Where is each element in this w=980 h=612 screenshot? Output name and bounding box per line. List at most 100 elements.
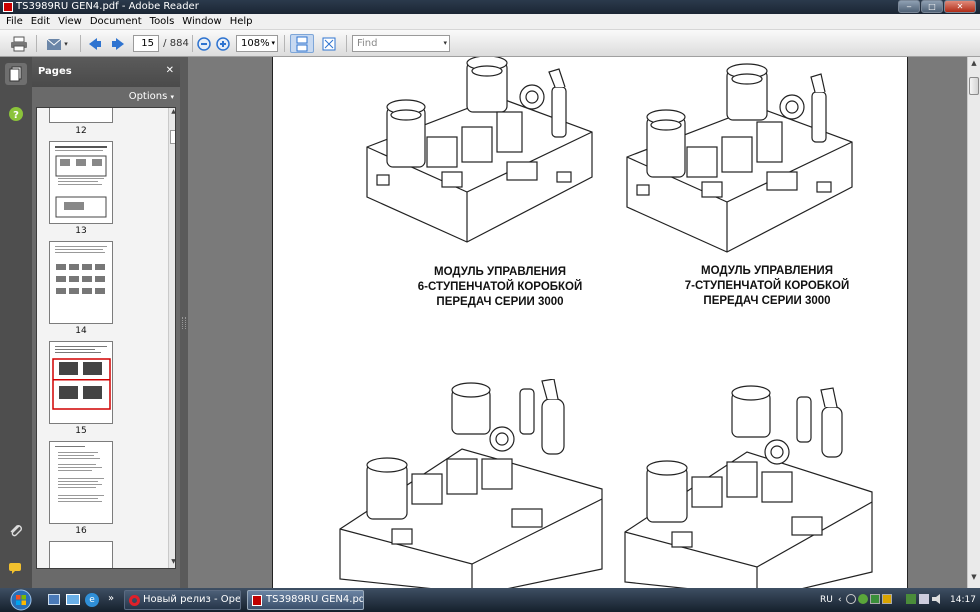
quick-launch-overflow-icon[interactable]: » xyxy=(108,593,114,604)
page-label-12: 12 xyxy=(75,126,87,136)
options-menu[interactable]: Options ▾ xyxy=(129,91,174,102)
tray-app-icon[interactable] xyxy=(870,594,880,604)
menu-window[interactable]: Window xyxy=(180,16,227,27)
arrow-up-icon xyxy=(89,37,101,50)
envelope-icon xyxy=(46,38,62,50)
page-preview-15 xyxy=(52,346,111,410)
page-label-13: 13 xyxy=(75,226,87,236)
language-indicator[interactable]: RU xyxy=(820,594,833,606)
tray-expand-icon[interactable]: ‹ xyxy=(838,594,842,606)
thumbnail-list[interactable]: 12 13 14 15 16 ▲ ▼ xyxy=(36,107,176,569)
page-thumbnail-17[interactable] xyxy=(49,541,113,568)
volume-icon[interactable] xyxy=(932,594,940,604)
window-controls: ‒ □ ✕ xyxy=(898,0,976,13)
clock-icon[interactable] xyxy=(846,594,856,604)
minimize-button[interactable]: ‒ xyxy=(898,0,920,13)
page-thumbnail-15[interactable] xyxy=(49,341,113,424)
attachments-button[interactable]: ▾ xyxy=(42,34,72,53)
pdf-icon xyxy=(252,595,262,606)
switch-windows-icon[interactable] xyxy=(66,594,80,605)
scroll-down-icon[interactable]: ▼ xyxy=(169,558,175,568)
scrolling-mode-button[interactable] xyxy=(290,34,314,53)
panel-splitter[interactable] xyxy=(180,57,188,588)
previous-page-button[interactable] xyxy=(86,34,104,53)
grip-icon xyxy=(182,317,186,329)
caption-line: 6-СТУПЕНЧАТОЙ КОРОБКОЙ xyxy=(417,281,583,293)
options-label: Options xyxy=(128,91,168,102)
document-scroll-thumb[interactable] xyxy=(969,77,979,95)
zoom-out-icon xyxy=(197,36,211,51)
chevron-down-icon: ▾ xyxy=(271,39,275,47)
pages-panel: Pages ✕ Options ▾ 12 13 14 15 16 ▲ ▼ xyxy=(32,57,180,588)
control-module-figure-bottom-left xyxy=(339,379,603,588)
fit-page-button[interactable] xyxy=(318,34,340,53)
show-desktop-icon[interactable] xyxy=(48,594,60,605)
comments-panel-button[interactable] xyxy=(5,557,27,579)
window-title: TS3989RU GEN4.pdf - Adobe Reader xyxy=(16,1,199,12)
next-page-button[interactable] xyxy=(109,34,127,53)
caption-line: ПЕРЕДАЧ СЕРИИ 3000 xyxy=(703,295,831,307)
security-icon[interactable] xyxy=(882,594,892,604)
paperclip-icon xyxy=(10,525,22,537)
taskbar-item-adobe-reader[interactable]: TS3989RU GEN4.pdf... xyxy=(247,590,364,610)
network-icon[interactable] xyxy=(858,594,868,604)
display-icon[interactable] xyxy=(919,594,929,604)
document-scrollbar[interactable]: ▲ ▼ xyxy=(967,57,980,588)
page-preview-16 xyxy=(55,446,104,502)
taskbar-item-opera[interactable]: Новый релиз - Opera xyxy=(124,590,241,610)
find-input[interactable]: Find ▾ xyxy=(352,35,450,52)
pages-panel-title: Pages xyxy=(38,66,72,77)
taskbar-item-label: Новый релиз - Opera xyxy=(143,594,241,605)
page-label-16: 16 xyxy=(75,526,87,536)
taskbar-item-label: TS3989RU GEN4.pdf... xyxy=(266,594,363,605)
page-border-right xyxy=(907,57,908,588)
control-module-figure-6speed xyxy=(366,57,593,243)
menu-bar: File Edit View Document Tools Window Hel… xyxy=(0,14,980,30)
print-button[interactable] xyxy=(8,34,30,53)
thumbnail-scrollbar[interactable]: ▲ ▼ xyxy=(168,108,175,568)
system-clock[interactable]: 14:17 xyxy=(950,594,976,606)
menu-file[interactable]: File xyxy=(4,16,29,27)
menu-view[interactable]: View xyxy=(56,16,88,27)
zoom-level-select[interactable]: 108% ▾ xyxy=(236,35,278,52)
page-thumbnail-12[interactable] xyxy=(49,108,113,123)
control-module-figure-bottom-right xyxy=(624,385,873,588)
zoom-out-button[interactable] xyxy=(196,34,212,53)
start-button[interactable] xyxy=(6,588,36,612)
caption-line: ПЕРЕДАЧ СЕРИИ 3000 xyxy=(436,296,564,308)
thumbnail-scroll-thumb[interactable] xyxy=(170,130,175,144)
find-options-icon[interactable]: ▾ xyxy=(443,36,447,51)
pages-panel-button[interactable] xyxy=(5,63,27,85)
caption-line: МОДУЛЬ УПРАВЛЕНИЯ xyxy=(701,265,833,277)
menu-document[interactable]: Document xyxy=(88,16,148,27)
menu-tools[interactable]: Tools xyxy=(148,16,181,27)
menu-edit[interactable]: Edit xyxy=(29,16,56,27)
arrow-down-icon xyxy=(112,37,124,50)
pages-panel-header: Pages ✕ xyxy=(32,57,180,87)
maximize-button[interactable]: □ xyxy=(921,0,943,13)
page-number-input[interactable]: 15 xyxy=(133,35,159,52)
scroll-down-icon[interactable]: ▼ xyxy=(968,573,980,585)
internet-explorer-icon[interactable]: e xyxy=(85,593,99,607)
attachments-panel-button[interactable] xyxy=(5,519,27,541)
page-thumbnail-14[interactable] xyxy=(49,241,113,324)
page-total-label: / 884 xyxy=(163,38,189,49)
zoom-in-button[interactable] xyxy=(215,34,231,53)
scroll-up-icon[interactable]: ▲ xyxy=(968,59,980,71)
close-window-button[interactable]: ✕ xyxy=(944,0,976,13)
fit-window-icon xyxy=(322,37,336,50)
taskbar: e » Новый релиз - Opera TS3989RU GEN4.pd… xyxy=(0,588,980,612)
scroll-up-icon[interactable]: ▲ xyxy=(169,108,175,118)
caption-line: МОДУЛЬ УПРАВЛЕНИЯ xyxy=(434,266,566,278)
page-thumbnail-16[interactable] xyxy=(49,441,113,524)
figure-caption-7speed: МОДУЛЬ УПРАВЛЕНИЯ 7-СТУПЕНЧАТОЙ КОРОБКОЙ… xyxy=(657,264,877,309)
adobe-reader-icon xyxy=(3,2,13,12)
page-preview-14 xyxy=(55,246,107,294)
page-thumbnail-13[interactable] xyxy=(49,141,113,224)
help-button[interactable]: ? xyxy=(5,103,27,125)
document-view[interactable]: МОДУЛЬ УПРАВЛЕНИЯ 6-СТУПЕНЧАТОЙ КОРОБКОЙ… xyxy=(188,57,967,588)
battery-icon[interactable] xyxy=(906,594,916,604)
pdf-page: МОДУЛЬ УПРАВЛЕНИЯ 6-СТУПЕНЧАТОЙ КОРОБКОЙ… xyxy=(272,57,908,588)
menu-help[interactable]: Help xyxy=(228,16,259,27)
close-panel-icon[interactable]: ✕ xyxy=(166,65,174,76)
